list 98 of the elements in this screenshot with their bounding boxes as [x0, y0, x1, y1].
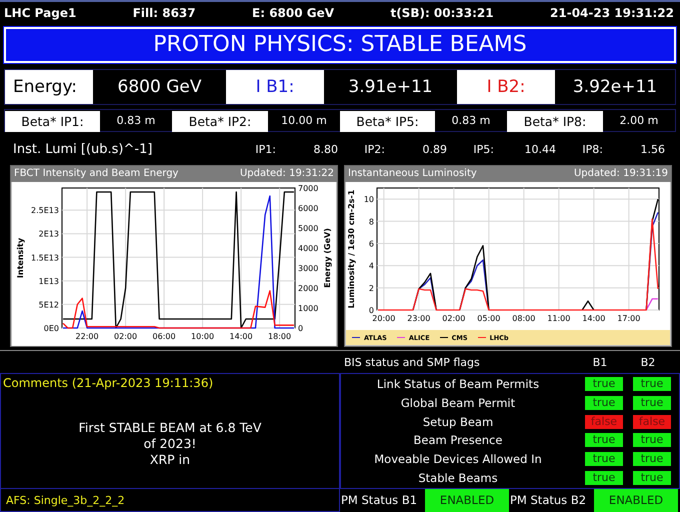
pm-status-indicator: ENABLED [425, 489, 509, 512]
ip-label: IP5: [472, 142, 495, 156]
header-field: E: 6800 GeV [252, 6, 334, 24]
status-indicator: true [585, 377, 623, 392]
beam-label: I B1: [226, 70, 324, 104]
tick-label: 18:00 [268, 332, 292, 341]
tick-label: 14:00 [230, 332, 253, 341]
pm-status-label: PM Status B2 [509, 492, 588, 509]
beta-label: Beta* IP2: [172, 111, 268, 132]
mode-banner: PROTON PHYSICS: STABLE BEAMS [4, 27, 676, 63]
flag-label: Setup Beam [422, 414, 494, 429]
status-indicator: true [633, 433, 671, 448]
comment-text: First STABLE BEAM at 6.8 TeV of 2023! XRP in [78, 419, 262, 469]
chart-title: Instantaneous Luminosity [348, 167, 477, 181]
tick-label: 6 [368, 239, 374, 248]
tick-label: 14:00 [582, 314, 606, 323]
tick-label: 06:00 [152, 332, 176, 341]
axis-title: Intensity [16, 238, 25, 278]
beam-value: 6800 GeV [116, 76, 202, 99]
tick-label: 5000 [298, 224, 318, 233]
beam-label: I B2: [457, 70, 555, 104]
beta-value: 2.00 m [618, 113, 660, 129]
chart-title: FBCT Intensity and Beam Energy [14, 167, 178, 181]
status-indicator: false [633, 414, 671, 429]
beam-label: Energy: [5, 70, 93, 104]
flag-label: Beam Presence [412, 433, 504, 448]
tick-label: 08:00 [512, 314, 536, 323]
lumi-value: 10.44 [524, 142, 556, 156]
tick-label: 17:00 [617, 314, 640, 323]
tick-label: 4 [368, 262, 374, 271]
tick-label: 1000 [298, 304, 318, 313]
beta-label: Beta* IP5: [340, 111, 435, 132]
beta-label: Beta* IP1: [5, 111, 100, 132]
beta-value: 10.00 m [280, 113, 328, 129]
header-field: 21-04-23 19:31:22 [550, 6, 674, 24]
tick-label: 2000 [298, 284, 318, 293]
flag-label: Stable Beams [417, 470, 499, 485]
flag-label: Moveable Devices Allowed In [373, 452, 543, 466]
column-header: B2 [640, 356, 656, 368]
ip-label: IP2: [363, 142, 386, 156]
tick-label: 6000 [298, 204, 318, 213]
afs-label: AFS: Single_3b_2_2_2 [5, 494, 125, 506]
tick-label: 0E0 [44, 324, 59, 333]
status-indicator: true [633, 452, 671, 466]
tick-label: 0 [368, 306, 374, 315]
tick-label: 8 [368, 217, 374, 226]
beta-value: 0.83 m [116, 113, 156, 129]
bis-title: BIS status and SMP flags [343, 356, 481, 368]
status-indicator: true [633, 470, 671, 485]
beam-value: 3.92e+11 [572, 76, 658, 99]
lumi-value: 0.89 [422, 142, 447, 156]
status-indicator: true [585, 452, 623, 466]
tick-label: 10 [364, 195, 374, 204]
tick-label: 1.5E13 [31, 253, 59, 262]
lumi-label: Inst. Lumi [(ub.s)^-1] [12, 142, 154, 156]
tick-label: 11:00 [547, 314, 570, 323]
pm-status-indicator: ENABLED [594, 489, 678, 512]
status-indicator: true [633, 396, 671, 410]
tick-label: 5E12 [38, 300, 59, 310]
tick-label: 02:00 [114, 332, 138, 341]
tick-label: 23:00 [407, 314, 430, 323]
tick-label: 2 [368, 284, 374, 293]
status-indicator: true [585, 433, 623, 448]
beta-label: Beta* IP8: [507, 111, 603, 132]
flag-label: Global Beam Permit [400, 396, 516, 410]
pm-status-label: PM Status B1 [340, 492, 418, 509]
axis-title: Luminosity / 1e30 cm-2s-1 [347, 190, 356, 308]
tick-label: 22:00 [76, 332, 99, 341]
updated-time: Updated: 19:31:19 [574, 167, 668, 181]
ip-label: IP8: [581, 142, 604, 156]
ip-label: IP1: [254, 142, 277, 156]
tick-label: 0 [298, 324, 304, 333]
beam-value: 3.91e+11 [347, 76, 434, 99]
header-field: Fill: 8637 [132, 6, 196, 24]
header-field: LHC Page1 [4, 6, 76, 24]
axis-title: Energy (GeV) [323, 228, 332, 288]
status-indicator: true [585, 396, 623, 410]
status-indicator: true [585, 470, 623, 485]
tick-label: 4000 [298, 244, 318, 253]
tick-label: 20:00 [372, 314, 396, 323]
tick-label: 10:00 [191, 332, 214, 341]
tick-label: 2.5E13 [31, 206, 59, 216]
tick-label: 05:00 [477, 314, 500, 323]
status-indicator: false [585, 414, 623, 429]
flag-label: Link Status of Beam Permits [376, 377, 540, 392]
column-header: B1 [592, 356, 608, 368]
tick-label: 02:00 [442, 314, 466, 323]
tick-label: 2E13 [38, 230, 59, 239]
status-indicator: true [633, 377, 671, 392]
tick-label: 3000 [298, 264, 318, 273]
lumi-value: 8.80 [312, 142, 338, 156]
tick-label: 7000 [298, 184, 318, 193]
lumi-value: 1.56 [640, 142, 665, 156]
beta-value: 0.83 m [450, 113, 492, 129]
comments-title: Comments (21-Apr-2023 19:11:36) [2, 375, 214, 392]
tick-label: 1E13 [38, 276, 59, 286]
header-field: t(SB): 00:33:21 [390, 6, 494, 24]
updated-time: Updated: 19:31:22 [240, 167, 334, 181]
